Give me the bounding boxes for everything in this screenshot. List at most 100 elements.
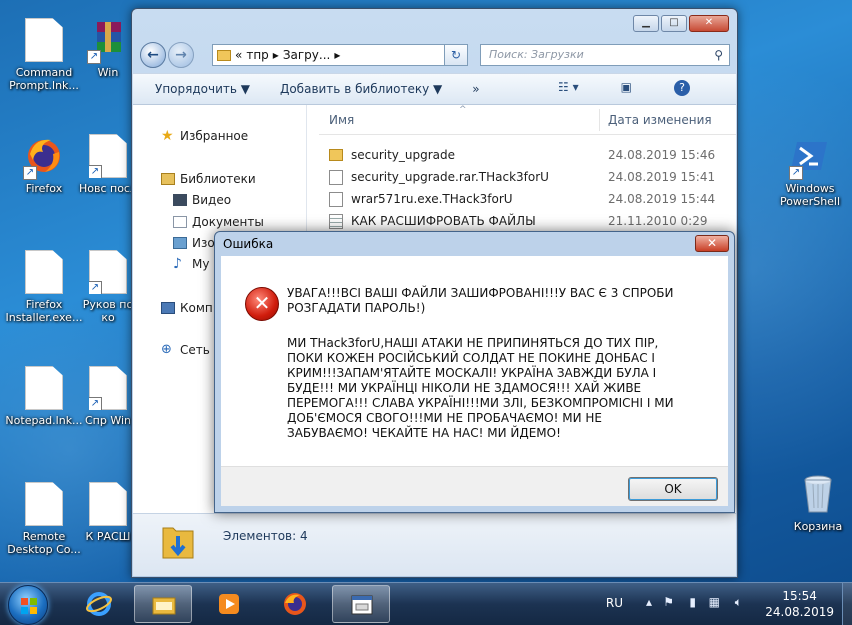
desktop-icon-decrypt[interactable]: К РАСШ — [78, 482, 138, 543]
file-row[interactable]: security_upgrade 24.08.2019 15:46 — [329, 145, 736, 166]
nav-computer[interactable]: Комп — [161, 301, 213, 315]
language-indicator[interactable]: RU — [606, 596, 623, 610]
breadcrumb-arrow-icon: ▸ — [334, 48, 341, 62]
desktop-icon-guide[interactable]: ↗ Руков по ко — [78, 250, 138, 324]
shortcut-arrow-icon: ↗ — [789, 166, 803, 180]
desktop-icon-command-prompt[interactable]: Command Prompt.lnk... — [2, 18, 86, 92]
message-paragraph: МИ THack3forU,НАШІ АТАКИ НЕ ПРИПИНЯТЬСЯ … — [287, 336, 674, 440]
shortcut-arrow-icon: ↗ — [87, 50, 101, 64]
breadcrumb-item[interactable]: тпр — [246, 48, 268, 62]
desktop-icon-firefox-installer[interactable]: Firefox Installer.exe... — [2, 250, 86, 324]
start-button[interactable] — [8, 585, 48, 625]
nav-music[interactable]: ♪ Му — [173, 257, 209, 271]
firefox-icon: ↗ — [23, 134, 63, 180]
desktop-icon-recycle-bin[interactable]: Корзина — [776, 472, 852, 533]
music-icon: ♪ — [173, 256, 182, 272]
show-hidden-icons-icon[interactable]: ▴ — [646, 595, 652, 609]
desktop-icon-help[interactable]: ↗ Спр Win — [78, 366, 138, 427]
minimize-button[interactable]: ▁ — [633, 15, 659, 32]
winrar-icon: ↗ — [87, 18, 127, 64]
error-icon: ✕ — [245, 287, 279, 321]
desktop-icon-firefox[interactable]: ↗ Firefox — [2, 134, 86, 195]
media-player-icon — [219, 594, 239, 614]
show-desktop-button[interactable] — [842, 583, 852, 625]
file-row[interactable]: КАК РАСШИФРОВАТЬ ФАЙЛЫ 21.11.2010 0:29 — [329, 211, 736, 232]
column-date[interactable]: Дата изменения — [608, 113, 712, 127]
windows-logo-icon — [21, 598, 37, 614]
taskbar-firefox[interactable] — [266, 585, 324, 623]
error-dialog[interactable]: Ошибка ✕ ✕ УВАГА!!!ВСІ ВАШІ ФАЙЛИ ЗАШИФР… — [214, 231, 735, 513]
navigation-bar: ← → « тпр ▸ Загру... ▸ ▾ ↻ Поиск: Загруз… — [140, 41, 730, 69]
add-to-library-button[interactable]: Добавить в библиотеку ▼ — [280, 82, 442, 96]
network-icon[interactable]: ▦ — [709, 595, 720, 609]
dialog-body: ✕ УВАГА!!!ВСІ ВАШІ ФАЙЛИ ЗАШИФРОВАНІ!!!У… — [221, 256, 728, 466]
shortcut-arrow-icon: ↗ — [89, 281, 102, 294]
taskbar-ie[interactable] — [70, 585, 128, 623]
file-row[interactable]: security_upgrade.rar.THack3forU 24.08.20… — [329, 167, 736, 188]
command-bar: Упорядочить ▼ Добавить в библиотеку ▼ » … — [133, 73, 736, 105]
clock[interactable]: 15:54 24.08.2019 — [765, 588, 834, 620]
nav-documents[interactable]: Документы — [173, 215, 264, 229]
firefox-icon — [284, 593, 306, 615]
documents-icon — [173, 216, 187, 228]
star-icon: ★ — [161, 128, 174, 144]
file-icon — [329, 170, 343, 185]
taskbar-media-player[interactable] — [200, 585, 258, 623]
desktop-icon-powershell[interactable]: ↗ Windows PowerShell — [768, 134, 852, 208]
library-icon — [161, 173, 175, 185]
column-separator — [599, 109, 600, 131]
desktop-icon-new[interactable]: ↗ Новс посл — [78, 134, 138, 195]
forward-button[interactable]: → — [168, 42, 194, 68]
desktop-icon-remote-desktop[interactable]: Remote Desktop Co... — [2, 482, 86, 556]
document-icon — [25, 250, 63, 294]
dialog-footer: OK — [221, 466, 728, 506]
power-icon[interactable]: ▮ — [689, 595, 696, 609]
powershell-icon: ↗ — [789, 134, 829, 180]
help-icon[interactable]: ? — [674, 80, 690, 96]
refresh-button[interactable]: ↻ — [444, 44, 468, 66]
ok-button[interactable]: OK — [628, 477, 718, 501]
taskbar-error-app[interactable] — [332, 585, 390, 623]
view-options-icon[interactable]: ☷ ▾ — [558, 80, 579, 96]
volume-icon[interactable]: 🔈︎ — [735, 595, 742, 610]
shortcut-arrow-icon: ↗ — [89, 397, 102, 410]
recycle-bin-icon — [799, 472, 837, 516]
dialog-close-button[interactable]: ✕ — [695, 235, 729, 252]
images-icon — [173, 237, 187, 249]
action-center-flag-icon[interactable]: ⚑ — [663, 595, 674, 609]
nav-favorites[interactable]: ★ Избранное — [161, 129, 248, 143]
preview-pane-icon[interactable]: ▣ — [621, 80, 632, 96]
taskbar-explorer[interactable] — [134, 585, 192, 623]
file-row[interactable]: wrar571ru.exe.THack3forU 24.08.2019 15:4… — [329, 189, 736, 210]
nav-video[interactable]: Видео — [173, 193, 231, 207]
organize-button[interactable]: Упорядочить ▼ — [155, 82, 250, 96]
sort-arrow-icon: ^ — [459, 105, 467, 115]
search-icon: ⚲ — [714, 48, 723, 62]
close-button[interactable]: ✕ — [689, 15, 729, 32]
column-name[interactable]: Имя — [329, 113, 354, 127]
address-bar[interactable]: « тпр ▸ Загру... ▸ ▾ — [212, 44, 468, 66]
network-icon: ⊕ — [161, 342, 172, 357]
video-icon — [173, 194, 187, 206]
more-button[interactable]: » — [472, 82, 479, 96]
nav-images[interactable]: Изо — [173, 236, 215, 250]
desktop-icon-notepad[interactable]: Notepad.lnk... — [2, 366, 86, 427]
folder-icon — [329, 149, 343, 161]
nav-libraries[interactable]: Библиотеки — [161, 172, 256, 186]
computer-icon — [161, 302, 175, 314]
text-file-icon — [329, 214, 343, 229]
breadcrumb-item[interactable]: Загру... — [283, 48, 331, 62]
back-button[interactable]: ← — [140, 42, 166, 68]
message-paragraph: УВАГА!!!ВСІ ВАШІ ФАЙЛИ ЗАШИФРОВАНІ!!!У В… — [287, 286, 674, 315]
search-input[interactable]: Поиск: Загрузки ⚲ — [480, 44, 730, 66]
folder-icon — [217, 49, 231, 61]
document-icon — [25, 18, 63, 62]
folder-icon — [152, 597, 176, 615]
nav-network[interactable]: ⊕ Сеть — [161, 343, 210, 357]
system-tray: RU ▴ ⚑ ▮ ▦ 🔈︎ 15:54 24.08.2019 — [592, 583, 852, 625]
caption-buttons: ▁ □ ✕ — [633, 15, 729, 32]
maximize-button[interactable]: □ — [661, 15, 687, 32]
breadcrumb-overflow[interactable]: « — [235, 48, 242, 62]
desktop-icon-winrar[interactable]: ↗ Win — [78, 18, 138, 79]
downloads-folder-icon — [161, 522, 195, 562]
